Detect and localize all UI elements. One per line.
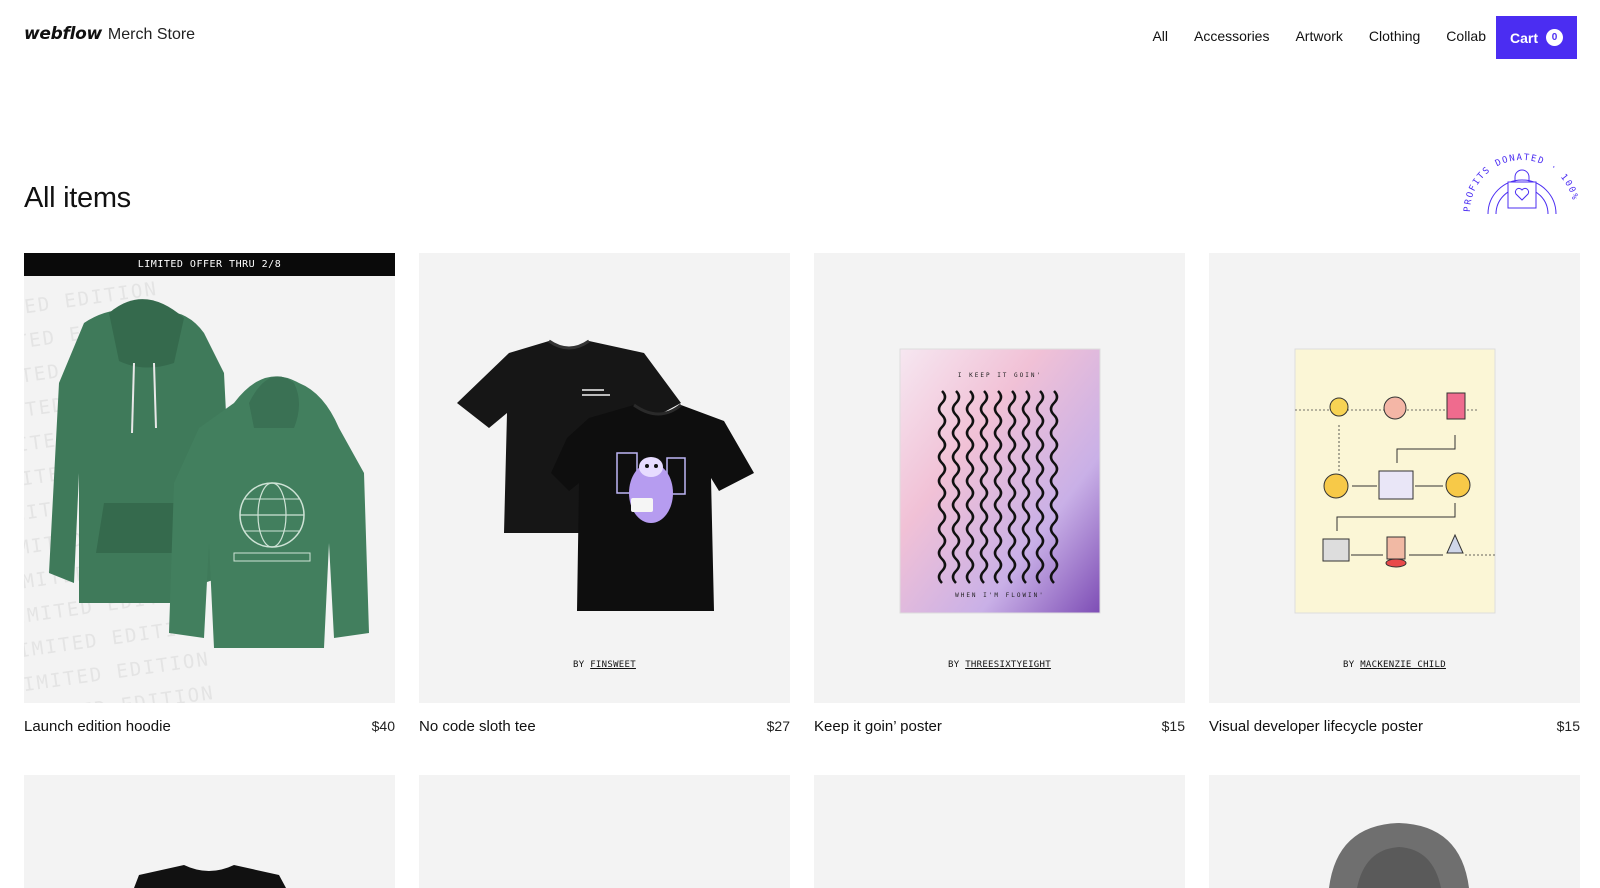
product-card[interactable] — [814, 775, 1185, 888]
product-title[interactable]: Visual developer lifecycle poster — [1209, 718, 1423, 735]
product-card-sloth-tee[interactable]: BY FINSWEET No code sloth tee $27 — [419, 253, 790, 735]
product-info: Visual developer lifecycle poster $15 — [1209, 718, 1580, 735]
poster-bottom-text: WHEN I'M FLOWIN' — [955, 592, 1045, 599]
product-price: $15 — [1556, 718, 1580, 734]
product-image[interactable] — [1209, 775, 1580, 888]
nav-clothing[interactable]: Clothing — [1369, 28, 1420, 44]
webflow-logo: webflow — [24, 24, 102, 44]
product-price: $15 — [1161, 718, 1185, 734]
cart-button[interactable]: Cart 0 — [1496, 16, 1577, 59]
product-image[interactable]: I KEEP IT GOIN' WHEN I'M FLOWIN' BY THRE… — [814, 253, 1185, 703]
product-card[interactable] — [1209, 775, 1580, 888]
designer-credit: BY MACKENZIE CHILD — [1343, 660, 1446, 670]
designer-link[interactable]: THREESIXTYEIGHT — [965, 660, 1051, 670]
product-image[interactable] — [814, 775, 1185, 888]
product-card-hoodie[interactable]: LIMITED OFFER THRU 2/8 LIMITED EDITION L… — [24, 253, 395, 735]
designer-credit: BY THREESIXTYEIGHT — [948, 660, 1051, 670]
product-price: $27 — [766, 718, 790, 734]
flowin-poster-illustration: I KEEP IT GOIN' WHEN I'M FLOWIN' — [899, 348, 1101, 614]
product-card[interactable] — [24, 775, 395, 888]
limited-offer-banner: LIMITED OFFER THRU 2/8 — [24, 253, 395, 276]
nav-artwork[interactable]: Artwork — [1295, 28, 1342, 44]
product-image[interactable]: BY MACKENZIE CHILD — [1209, 253, 1580, 703]
nav-all[interactable]: All — [1152, 28, 1168, 44]
shopping-bag-heart-icon: PROFITS DONATED · 100% — [1463, 153, 1578, 214]
product-card[interactable] — [419, 775, 790, 888]
product-price: $40 — [371, 718, 395, 734]
product-image[interactable]: LIMITED OFFER THRU 2/8 LIMITED EDITION L… — [24, 253, 395, 703]
product-image[interactable]: BY FINSWEET — [419, 253, 790, 703]
page-title: All items — [24, 182, 131, 214]
tshirt-illustration — [457, 339, 754, 611]
designer-link[interactable]: FINSWEET — [590, 660, 636, 670]
lifecycle-poster-illustration — [1294, 348, 1496, 614]
category-nav: All Accessories Artwork Clothing Collab — [1126, 28, 1486, 44]
product-card-keep-it-goin-poster[interactable]: I KEEP IT GOIN' WHEN I'M FLOWIN' BY THRE… — [814, 253, 1185, 735]
product-image[interactable] — [419, 775, 790, 888]
nav-collab[interactable]: Collab — [1446, 28, 1486, 44]
designer-credit: BY FINSWEET — [573, 660, 636, 670]
product-image[interactable] — [24, 775, 395, 888]
product-title[interactable]: Keep it goin’ poster — [814, 718, 942, 735]
product-info: No code sloth tee $27 — [419, 718, 790, 735]
site-header: webflow Merch Store All Accessories Artw… — [0, 0, 1600, 74]
cart-label: Cart — [1509, 29, 1538, 46]
poster-top-text: I KEEP IT GOIN' — [958, 372, 1042, 379]
hoodie-illustration — [1329, 823, 1469, 888]
nav-accessories[interactable]: Accessories — [1194, 28, 1269, 44]
product-info: Launch edition hoodie $40 — [24, 718, 395, 735]
store-name: Merch Store — [107, 26, 196, 43]
product-info: Keep it goin’ poster $15 — [814, 718, 1185, 735]
profits-donated-badge: PROFITS DONATED · 100% — [1456, 150, 1588, 214]
product-card-lifecycle-poster[interactable]: BY MACKENZIE CHILD Visual developer life… — [1209, 253, 1580, 735]
hoodie-illustration — [49, 299, 369, 648]
designer-link[interactable]: MACKENZIE CHILD — [1360, 660, 1446, 670]
product-title[interactable]: No code sloth tee — [419, 718, 536, 735]
product-title[interactable]: Launch edition hoodie — [24, 718, 171, 735]
brand-home-link[interactable]: webflow Merch Store — [24, 24, 195, 44]
tshirt-illustration — [134, 865, 286, 888]
cart-count-badge: 0 — [1546, 29, 1563, 46]
